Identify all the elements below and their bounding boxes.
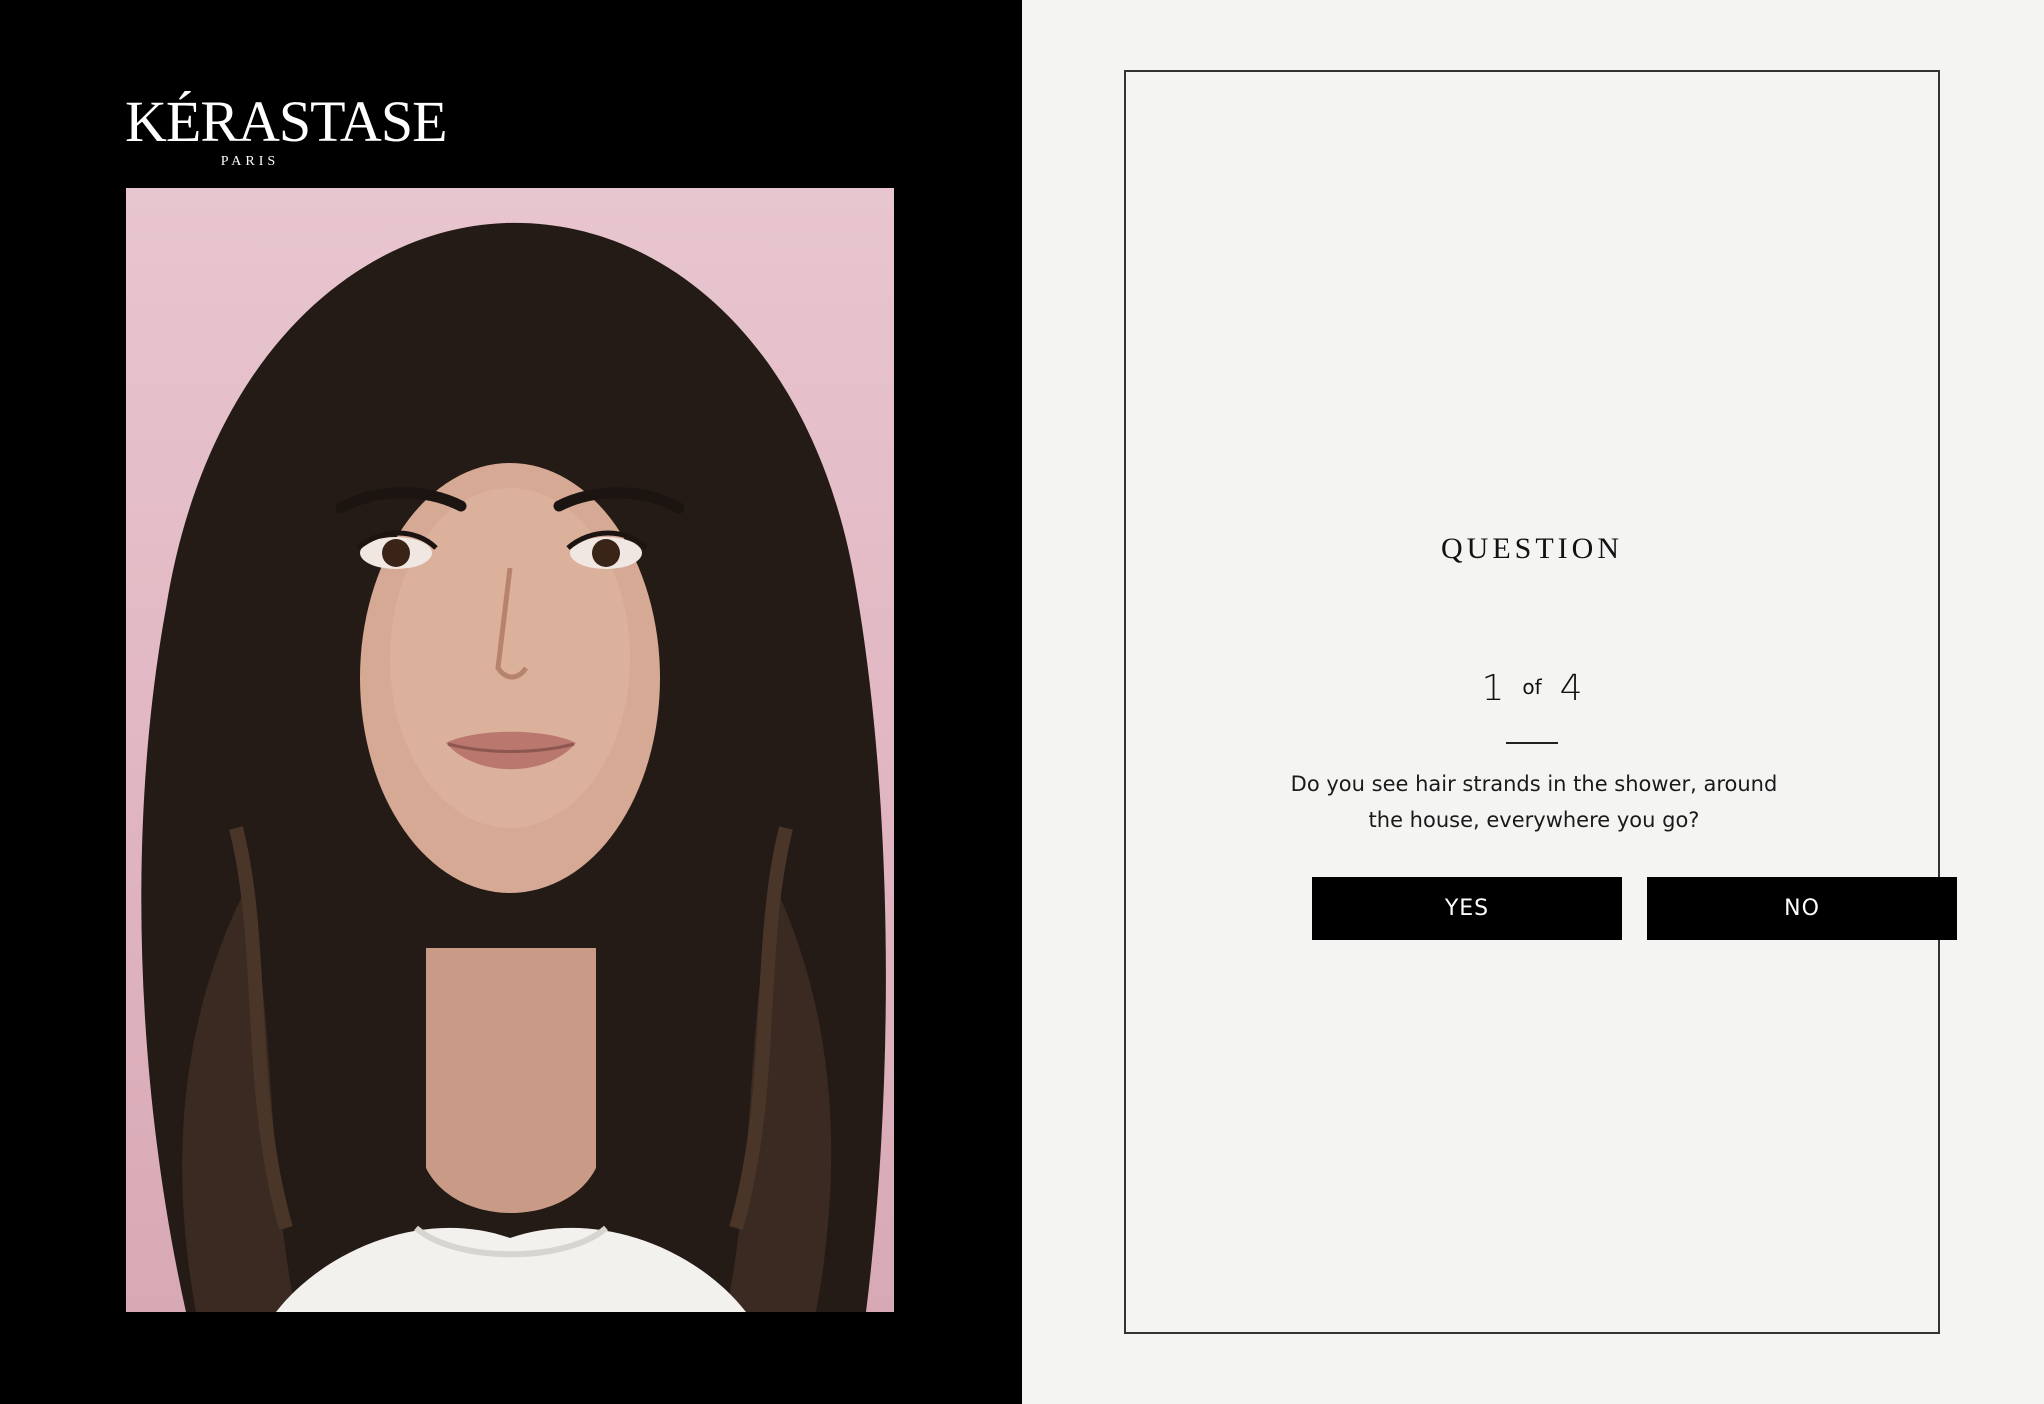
logo-tagline: PARIS [220,154,280,169]
yes-button[interactable]: YES [1312,877,1622,940]
question-heading: QUESTION [1441,532,1623,565]
counter-of-label: of [1522,675,1542,699]
left-panel: KÉRASTASE PARIS [0,0,1022,1404]
model-portrait-illustration [141,222,886,1312]
question-counter: 1 of 4 [1126,668,1938,709]
model-photo [126,188,894,1312]
logo-wordmark: KÉRASTASE [125,89,448,154]
divider [1506,742,1558,744]
question-text: Do you see hair strands in the shower, a… [1290,772,1778,832]
no-button[interactable]: NO [1647,877,1957,940]
right-panel: QUESTION 1 of 4 Do you see hair strands in… [1022,0,2044,1404]
quiz-card: QUESTION 1 of 4 Do you see hair strands in… [1124,70,1957,1334]
current-question-number: 1 [1481,668,1505,709]
total-questions-number: 4 [1559,668,1583,709]
kerastase-logo[interactable]: KÉRASTASE PARIS [125,89,448,170]
